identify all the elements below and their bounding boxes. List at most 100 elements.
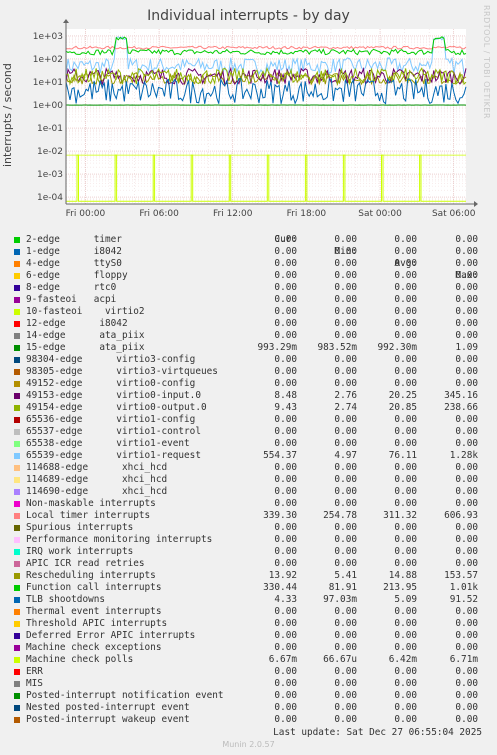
legend-swatch [14, 657, 20, 663]
x-axis-arrow [474, 201, 478, 207]
legend-swatch [14, 537, 20, 543]
legend-label: ERR [26, 666, 43, 677]
legend-item: ERR 0.00 0.00 0.00 0.00 [0, 666, 497, 678]
legend-avg-value: 5.09 [394, 594, 417, 605]
legend-item: 1-edge i8042 0.00 0.00 0.00 0.00 [0, 246, 497, 258]
legend-label: Posted-interrupt wakeup event [26, 714, 190, 725]
x-tick-label: Fri 12:00 [213, 209, 253, 219]
legend-avg-value: 0.00 [394, 522, 417, 533]
legend-avg-value: 0.00 [394, 330, 417, 341]
legend-label: 114690-edge xhci_hcd [26, 486, 168, 497]
legend-max-value: 0.00 [455, 270, 478, 281]
legend-max-value: 0.00 [455, 546, 478, 557]
legend-label: 65536-edge virtio1-config [26, 414, 196, 425]
legend-max-value: 0.00 [455, 354, 478, 365]
legend-item: MIS 0.00 0.00 0.00 0.00 [0, 678, 497, 690]
y-tick-label: 1e-01 [37, 124, 63, 134]
legend-swatch [14, 369, 20, 375]
legend-avg-value: 0.00 [394, 498, 417, 509]
legend-avg-value: 76.11 [388, 450, 417, 461]
legend-item: 49154-edge virtio0-output.0 9.43 2.74 20.85… [0, 402, 497, 414]
legend-max-value: 0.00 [455, 498, 478, 509]
legend-swatch [14, 717, 20, 723]
legend-item: 65538-edge virtio1-event 0.00 0.00 0.00 0.00 [0, 438, 497, 450]
legend-swatch [14, 513, 20, 519]
legend-swatch [14, 309, 20, 315]
legend-item: 65537-edge virtio1-control 0.00 0.00 0.00 0.… [0, 426, 497, 438]
legend-label: Deferred Error APIC interrupts [26, 630, 196, 641]
legend-max-value: 0.00 [455, 678, 478, 689]
y-tick-label: 1e+00 [33, 101, 64, 111]
legend-avg-value: 0.00 [394, 474, 417, 485]
legend-item: Performance monitoring interrupts 0.00 0.0… [0, 534, 497, 546]
legend-swatch [14, 297, 20, 303]
legend-label: MIS [26, 678, 43, 689]
legend-swatch [14, 585, 20, 591]
legend-item: Threshold APIC interrupts 0.00 0.00 0.00 0.0… [0, 618, 497, 630]
legend-max-value: 606.93 [444, 510, 478, 521]
legend-label: Machine check exceptions [26, 642, 162, 653]
chart-svg: 1e-04 1e-03 1e-02 1e-01 1e+00 1e+01 1e+02 1e+03… [33, 19, 478, 219]
legend-item: 65539-edge virtio1-request 554.37 4.97 76.1… [0, 450, 497, 462]
legend-max-value: 0.00 [455, 630, 478, 641]
legend-swatch [14, 393, 20, 399]
legend-max-value: 0.00 [455, 246, 478, 257]
legend-swatch [14, 441, 20, 447]
legend-swatch [14, 345, 20, 351]
legend-swatch [14, 273, 20, 279]
legend-label: 114689-edge xhci_hcd [26, 474, 168, 485]
y-axis-arrow [63, 19, 69, 23]
legend-item: 12-edge i8042 0.00 0.00 0.00 0.00 [0, 318, 497, 330]
legend-max-value: 1.28k [449, 450, 478, 461]
legend-item: 114689-edge xhci_hcd 0.00 0.00 0.00 0.00 [0, 474, 497, 486]
legend-swatch [14, 501, 20, 507]
legend-item: 15-edge ata_piix 993.29m 983.52m 992.30m 1.0… [0, 342, 497, 354]
legend-swatch [14, 381, 20, 387]
legend-item: Nested posted-interrupt event 0.00 0.00 0.0… [0, 702, 497, 714]
legend-max-value: 0.00 [455, 234, 478, 245]
x-tick-label: Sat 00:00 [358, 209, 402, 219]
legend-label: 65537-edge virtio1-control [26, 426, 201, 437]
legend-label: 49154-edge virtio0-output.0 [26, 402, 207, 413]
legend: Cur: Min: Avg: Max: 2-edge timer 0.00 0.00… [0, 222, 497, 726]
legend-swatch [14, 549, 20, 555]
legend-swatch [14, 429, 20, 435]
legend-avg-value: 0.00 [394, 354, 417, 365]
x-tick-label: Fri 00:00 [66, 209, 106, 219]
legend-label: 98305-edge virtio3-virtqueues [26, 366, 218, 377]
legend-item: 10-fasteoi virtio2 0.00 0.00 0.00 0.00 [0, 306, 497, 318]
legend-max-value: 0.00 [455, 438, 478, 449]
legend-avg-value: 0.00 [394, 630, 417, 641]
y-tick-label: 1e-02 [37, 147, 63, 157]
legend-avg-value: 0.00 [394, 306, 417, 317]
x-tick-label: Fri 06:00 [139, 209, 179, 219]
legend-item: 114688-edge xhci_hcd 0.00 0.00 0.00 0.00 [0, 462, 497, 474]
legend-max-value: 0.00 [455, 618, 478, 629]
legend-max-value: 153.57 [444, 570, 478, 581]
legend-label: IRQ work interrupts [26, 546, 134, 557]
legend-label: 4-edge ttyS0 [26, 258, 122, 269]
legend-swatch [14, 669, 20, 675]
legend-max-value: 6.71m [449, 654, 478, 665]
legend-label: 10-fasteoi virtio2 [26, 306, 145, 317]
x-tick-label: Sat 06:00 [432, 209, 476, 219]
legend-swatch [14, 405, 20, 411]
legend-label: 9-fasteoi acpi [26, 294, 117, 305]
legend-item: 65536-edge virtio1-config 0.00 0.00 0.00 0.0… [0, 414, 497, 426]
legend-swatch [14, 561, 20, 567]
legend-label: 65538-edge virtio1-event [26, 438, 190, 449]
legend-avg-value: 0.00 [394, 462, 417, 473]
y-tick-label: 1e-04 [37, 193, 63, 203]
legend-max-value: 1.01k [449, 582, 478, 593]
legend-item: 98304-edge virtio3-config 0.00 0.00 0.00 0.0… [0, 354, 497, 366]
legend-item: 2-edge timer 0.00 0.00 0.00 0.00 [0, 234, 497, 246]
legend-max-value: 0.00 [455, 282, 478, 293]
legend-max-value: 91.52 [449, 594, 478, 605]
legend-avg-value: 0.00 [394, 678, 417, 689]
legend-label: Rescheduling interrupts [26, 570, 156, 581]
legend-max-value: 0.00 [455, 294, 478, 305]
legend-item: Thermal event interrupts 0.00 0.00 0.00 0.00 [0, 606, 497, 618]
legend-avg-value: 0.00 [394, 558, 417, 569]
x-tick-label: Fri 18:00 [287, 209, 327, 219]
legend-swatch [14, 465, 20, 471]
